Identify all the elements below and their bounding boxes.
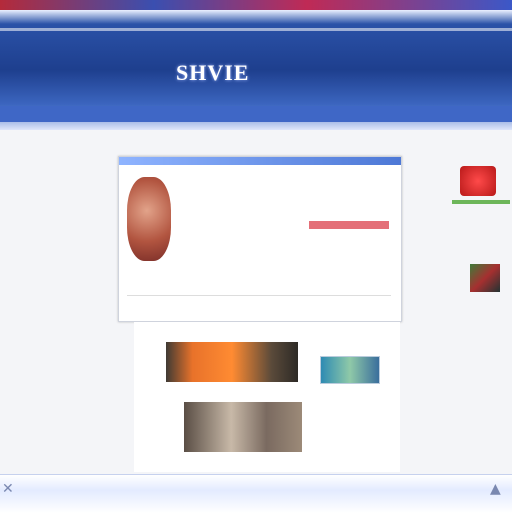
top-color-stripe [0, 0, 512, 10]
header-left-text [4, 46, 174, 86]
ad-caption-bar [452, 200, 510, 204]
featured-product-card[interactable] [118, 156, 402, 322]
thumbnail-image[interactable] [166, 342, 298, 382]
product-image[interactable] [127, 177, 171, 261]
site-header: SHVIE [0, 10, 512, 130]
ad-image[interactable] [460, 166, 496, 196]
right-sidebar [452, 166, 510, 292]
thumbnail-section [134, 322, 400, 472]
scroll-icon[interactable]: ▲ [490, 481, 501, 497]
site-logo[interactable]: SHVIE [176, 60, 249, 86]
buy-button[interactable] [309, 221, 389, 229]
card-header-bar [119, 157, 401, 165]
header-divider [0, 28, 512, 31]
thumbnail-image[interactable] [184, 402, 302, 452]
left-sidebar [0, 146, 112, 182]
close-icon[interactable]: ✕ [2, 481, 14, 497]
ad-image[interactable] [470, 264, 500, 292]
nav-bar [0, 106, 512, 122]
thumbnail-image[interactable] [320, 356, 380, 384]
page-footer: ✕ ▲ [0, 474, 512, 513]
card-footer [127, 295, 391, 298]
